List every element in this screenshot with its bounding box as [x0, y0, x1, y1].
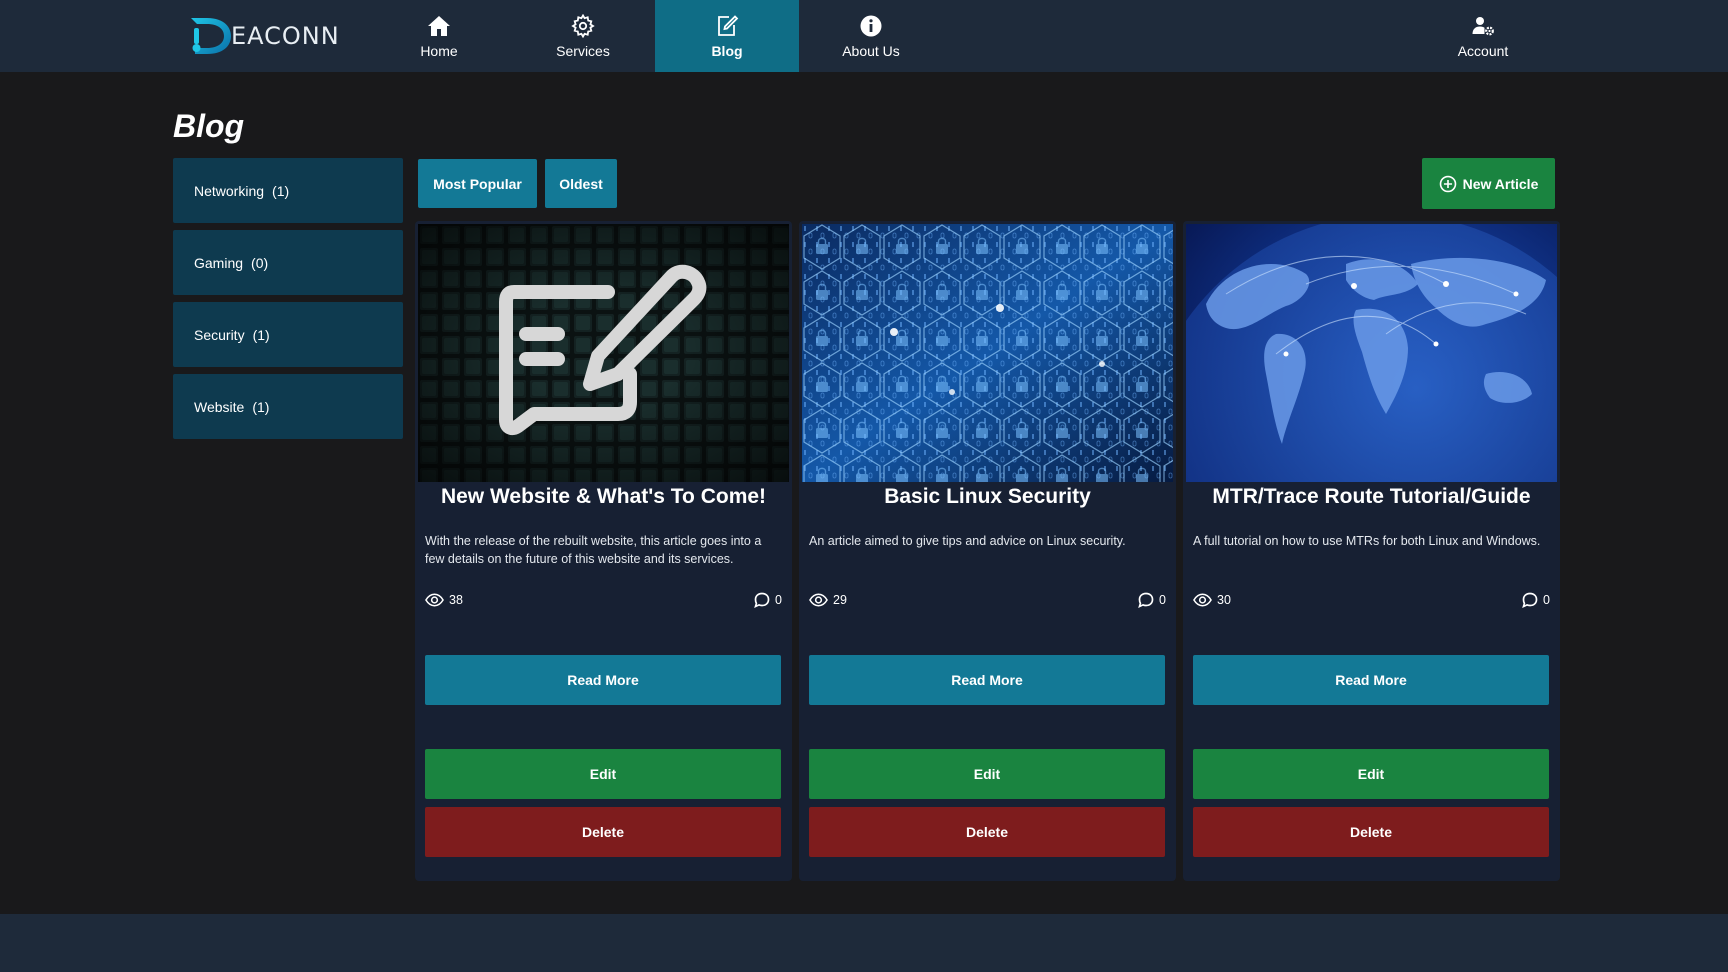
- eye-icon: [809, 593, 828, 607]
- article-description: A full tutorial on how to use MTRs for b…: [1193, 534, 1541, 548]
- read-more-button[interactable]: Read More: [809, 655, 1165, 705]
- page-title: Blog: [173, 108, 245, 144]
- nav-account-label: Account: [1457, 42, 1509, 59]
- user-gear-icon: [1472, 16, 1494, 35]
- comment-icon: [1522, 592, 1538, 608]
- category-networking[interactable]: Networking (1): [173, 158, 403, 223]
- edit-icon: [718, 14, 739, 36]
- comments-count: 0: [775, 593, 782, 607]
- article-views: 29: [809, 593, 847, 607]
- article-views: 38: [425, 593, 463, 607]
- category-label: Website: [194, 398, 245, 415]
- category-count: (1): [272, 182, 290, 199]
- eye-icon: [1193, 593, 1212, 607]
- article-views: 30: [1193, 593, 1231, 607]
- logo-mark-icon: [191, 18, 231, 54]
- views-count: 38: [449, 593, 463, 607]
- article-image: [418, 224, 789, 482]
- article-image: [802, 224, 1173, 482]
- category-count: (1): [252, 326, 270, 343]
- gear-icon: [571, 13, 595, 38]
- delete-button[interactable]: Delete: [1193, 807, 1549, 857]
- new-article-label: New Article: [1462, 175, 1539, 192]
- article-title: Basic Linux Security: [884, 485, 1091, 508]
- most-popular-button[interactable]: Most Popular: [418, 159, 537, 208]
- nav-blog[interactable]: Blog: [655, 0, 799, 72]
- brand-logo[interactable]: EACONN: [185, 12, 355, 60]
- article-title: New Website & What's To Come!: [440, 485, 767, 508]
- edit-button[interactable]: Edit: [1193, 749, 1549, 799]
- edit-button[interactable]: Edit: [809, 749, 1165, 799]
- views-count: 29: [833, 593, 847, 607]
- read-more-button[interactable]: Read More: [1193, 655, 1549, 705]
- page-footer: [0, 914, 1728, 972]
- category-security[interactable]: Security (1): [173, 302, 403, 367]
- category-label: Networking: [194, 182, 265, 199]
- eye-icon: [425, 593, 444, 607]
- category-label: Gaming: [194, 254, 244, 271]
- comments-count: 0: [1543, 593, 1550, 607]
- article-comments: 0: [754, 592, 782, 608]
- plus-circle-icon: [1439, 175, 1456, 192]
- nav-blog-label: Blog: [711, 42, 743, 59]
- comment-icon: [754, 592, 770, 608]
- brand-name: EACONN: [231, 22, 340, 50]
- article-comments: 0: [1522, 592, 1550, 608]
- nav-home-label: Home: [420, 42, 458, 59]
- nav-services-label: Services: [556, 42, 610, 59]
- category-count: (0): [251, 254, 269, 271]
- article-card: Basic Linux Security An article aimed to…: [799, 221, 1176, 881]
- delete-button[interactable]: Delete: [809, 807, 1165, 857]
- article-description: An article aimed to give tips and advice…: [809, 534, 1126, 548]
- category-gaming[interactable]: Gaming (0): [173, 230, 403, 295]
- nav-home[interactable]: Home: [367, 0, 511, 72]
- article-card: MTR/Trace Route Tutorial/Guide A full tu…: [1183, 221, 1560, 881]
- oldest-button[interactable]: Oldest: [545, 159, 617, 208]
- article-title: MTR/Trace Route Tutorial/Guide: [1212, 485, 1531, 508]
- home-icon: [428, 15, 450, 36]
- edit-button[interactable]: Edit: [425, 749, 781, 799]
- article-card: New Website & What's To Come! With the r…: [415, 221, 792, 881]
- category-label: Security: [194, 326, 245, 343]
- article-comments: 0: [1138, 592, 1166, 608]
- nav-about-label: About Us: [842, 42, 900, 59]
- delete-button[interactable]: Delete: [425, 807, 781, 857]
- edit-note-icon: [418, 224, 789, 482]
- info-icon: [860, 15, 882, 36]
- new-article-button[interactable]: New Article: [1422, 158, 1555, 209]
- comment-icon: [1138, 592, 1154, 608]
- padlock-network-image: [802, 224, 1173, 482]
- nav-services[interactable]: Services: [511, 0, 655, 72]
- globe-network-image: [1186, 224, 1557, 482]
- category-sidebar: Networking (1) Gaming (0) Security (1) W…: [173, 158, 403, 446]
- category-count: (1): [252, 398, 270, 415]
- nav-account[interactable]: Account: [1411, 0, 1555, 72]
- article-image: [1186, 224, 1557, 482]
- article-description: With the release of the rebuilt website,…: [425, 534, 762, 566]
- read-more-button[interactable]: Read More: [425, 655, 781, 705]
- category-website[interactable]: Website (1): [173, 374, 403, 439]
- nav-about-us[interactable]: About Us: [799, 0, 943, 72]
- top-navbar: EACONN Home Services Blog About Us Accou…: [0, 0, 1728, 72]
- comments-count: 0: [1159, 593, 1166, 607]
- views-count: 30: [1217, 593, 1231, 607]
